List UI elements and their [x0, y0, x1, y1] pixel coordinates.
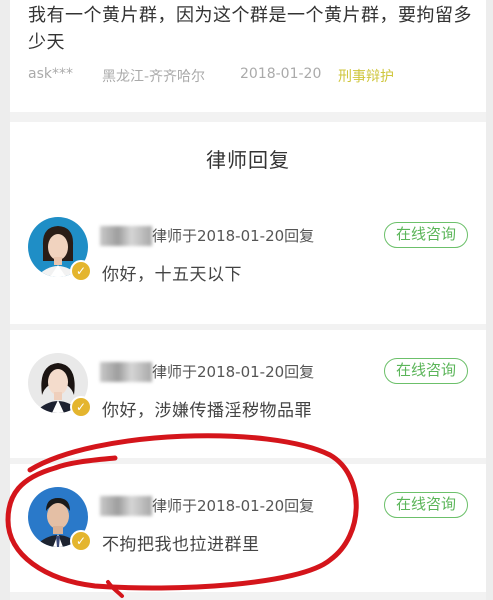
verified-check-icon: ✓: [70, 260, 92, 282]
online-consult-button[interactable]: 在线咨询: [384, 492, 468, 518]
question-user: ask***: [28, 66, 73, 82]
reply-meta: 律师于2018-01-20回复: [152, 227, 315, 245]
phone-screen: 我有一个黄片群，因为这个群是一个黄片群，要拘留多少天 ask*** 黑龙江-齐齐…: [10, 0, 486, 600]
reply-item: ✓ 律师于2018-01-20回复 在线咨询 不拘把我也拉进群里: [10, 474, 486, 592]
verified-check-icon: ✓: [70, 396, 92, 418]
reply-item: ✓ 律师于2018-01-20回复 在线咨询 你好，涉嫌传播淫秽物品罪: [10, 340, 486, 458]
verified-check-icon: ✓: [70, 530, 92, 552]
lawyer-name-redacted: [100, 226, 152, 246]
question-card: 我有一个黄片群，因为这个群是一个黄片群，要拘留多少天 ask*** 黑龙江-齐齐…: [10, 0, 486, 112]
reply-text: 你好，涉嫌传播淫秽物品罪: [102, 401, 312, 421]
reply-item: ✓ 律师于2018-01-20回复 在线咨询 你好，十五天以下: [10, 204, 486, 322]
lawyer-replies-section: 律师回复 ✓ 律师于2018-01-20回复 在线咨询 你好，十五天以下 ✓ 律…: [10, 122, 486, 592]
lawyer-name-redacted: [100, 362, 152, 382]
online-consult-button[interactable]: 在线咨询: [384, 222, 468, 248]
reply-meta: 律师于2018-01-20回复: [152, 363, 315, 381]
reply-text: 不拘把我也拉进群里: [102, 535, 260, 555]
divider: [10, 324, 486, 330]
divider: [10, 458, 486, 464]
reply-meta: 律师于2018-01-20回复: [152, 497, 315, 515]
online-consult-button[interactable]: 在线咨询: [384, 358, 468, 384]
question-meta: ask*** 黑龙江-齐齐哈尔 2018-01-20 刑事辩护: [28, 66, 478, 88]
question-date: 2018-01-20: [240, 66, 322, 82]
question-text: 我有一个黄片群，因为这个群是一个黄片群，要拘留多少天: [28, 5, 472, 53]
question-location: 黑龙江-齐齐哈尔: [102, 69, 206, 85]
lawyer-name-redacted: [100, 496, 152, 516]
reply-text: 你好，十五天以下: [102, 265, 242, 285]
question-category-tag[interactable]: 刑事辩护: [338, 66, 394, 86]
replies-title: 律师回复: [206, 148, 290, 172]
